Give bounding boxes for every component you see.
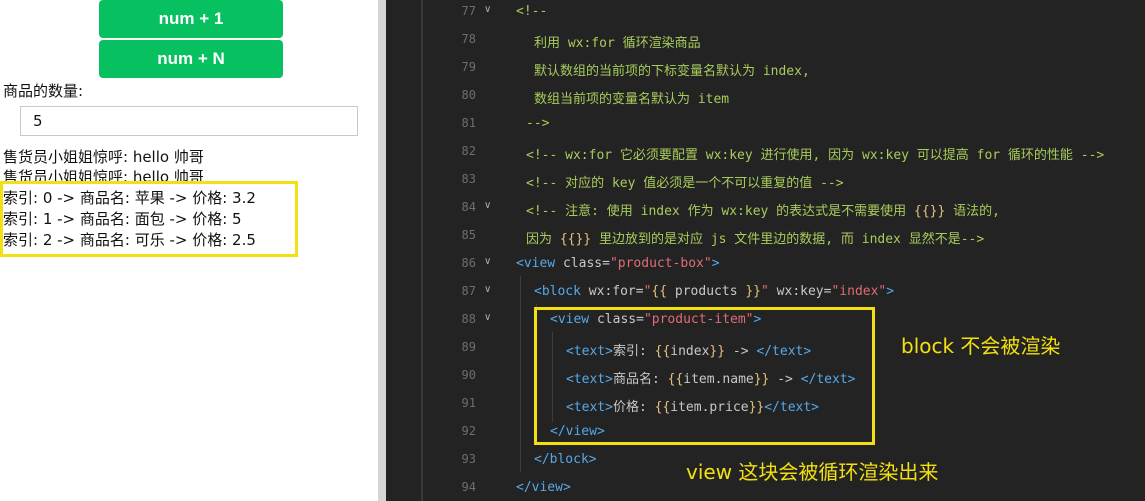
greeting-text: 售货员小姐姐惊呼: hello 帅哥 (3, 148, 204, 166)
view-annotation: view 这块会被循环渲染出来 (686, 460, 939, 484)
code-tag: </block> (534, 452, 597, 467)
code-tag: </view> (516, 480, 571, 495)
line-number: 89 (461, 340, 476, 354)
code-line: 默认数组的当前项的下标变量名默认为 index, (534, 60, 810, 79)
line-number: 86 (461, 256, 476, 270)
code-line: 数组当前项的变量名默认为 item (534, 88, 729, 107)
code-tag: > (886, 284, 895, 299)
code-comment: --> (526, 116, 550, 131)
line-number: 79 (461, 60, 476, 74)
code-comment: 因为 (526, 232, 560, 247)
editor-gutter-bar (421, 0, 423, 501)
fold-chevron-icon[interactable]: ∨ (484, 200, 491, 211)
code-comment: <!-- 对应的 key 值必须是一个不可以重复的值 --> (526, 176, 844, 191)
fold-chevron-icon[interactable]: ∨ (484, 312, 491, 323)
code-comment: <!-- wx:for 它必须要配置 wx:key 进行使用, 因为 wx:ke… (526, 148, 1105, 163)
code-line: <!-- 对应的 key 值必须是一个不可以重复的值 --> (526, 172, 844, 191)
line-number: 88 (461, 312, 476, 326)
product-row: 索引: 1 -> 商品名: 面包 -> 价格: 5 (3, 210, 242, 228)
code-line: </view> (516, 480, 571, 495)
num-plus-n-button[interactable]: num + N (99, 40, 283, 78)
code-string: "index" (831, 284, 887, 299)
simulator-pane: num + 1 num + N 商品的数量: 5 售货员小姐姐惊呼: hello… (0, 0, 378, 501)
line-number: 93 (461, 452, 476, 466)
line-number: 84 (461, 200, 476, 214)
product-item-highlight (534, 307, 875, 445)
code-attr: wx:key= (768, 284, 832, 299)
code-brace: {{ (651, 284, 668, 299)
num-plus-1-button[interactable]: num + 1 (99, 0, 283, 38)
code-comment: 利用 wx:for 循环渲染商品 (534, 36, 701, 51)
code-brace: {{}} (559, 232, 592, 247)
code-comment: 里边放到的是对应 js 文件里边的数据, 而 index 显然不是--> (591, 232, 985, 247)
product-row: 索引: 0 -> 商品名: 苹果 -> 价格: 3.2 (3, 189, 256, 207)
quantity-label: 商品的数量: (3, 82, 84, 100)
code-line: <!-- (516, 4, 547, 19)
code-comment: <!-- 注意: 使用 index 作为 wx:key 的表达式是不需要使用 (526, 204, 915, 219)
code-line: 利用 wx:for 循环渲染商品 (534, 32, 701, 51)
product-row: 索引: 2 -> 商品名: 可乐 -> 价格: 2.5 (3, 231, 256, 249)
code-string: "product-box" (609, 256, 712, 271)
line-number: 92 (461, 424, 476, 438)
pane-divider[interactable] (378, 0, 386, 501)
block-annotation: block 不会被渲染 (901, 334, 1061, 358)
line-number: 80 (461, 88, 476, 102)
code-line: <view class="product-box"> (516, 256, 720, 271)
code-editor: 77 78 79 80 81 82 83 84 85 86 87 88 89 9… (386, 0, 1145, 501)
code-comment: 语法的, (945, 204, 1000, 219)
code-line: <block wx:for="{{ products }}" wx:key="i… (534, 284, 894, 299)
code-line: <!-- 注意: 使用 index 作为 wx:key 的表达式是不需要使用 {… (526, 200, 1000, 219)
code-comment: 默认数组的当前项的下标变量名默认为 index, (534, 64, 810, 79)
line-number: 91 (461, 396, 476, 410)
fold-chevron-icon[interactable]: ∨ (484, 284, 491, 295)
line-number: 85 (461, 228, 476, 242)
line-number: 78 (461, 32, 476, 46)
code-comment: 数组当前项的变量名默认为 item (534, 92, 730, 107)
indent-guide (520, 276, 521, 472)
code-brace: {{}} (914, 204, 946, 219)
code-attr: class= (555, 256, 610, 271)
code-line: 因为 {{}} 里边放到的是对应 js 文件里边的数据, 而 index 显然不… (526, 228, 984, 247)
line-number: 77 (461, 4, 476, 18)
line-number: 82 (461, 144, 476, 158)
fold-chevron-icon[interactable]: ∨ (484, 256, 491, 267)
code-var: products (667, 284, 746, 299)
code-attr: wx:for= (580, 284, 644, 299)
code-string: " (761, 284, 769, 299)
line-number: 83 (461, 172, 476, 186)
code-tag: <block (534, 284, 581, 299)
line-number: 81 (461, 116, 476, 130)
code-tag: <view (516, 256, 556, 271)
code-line: --> (526, 116, 549, 131)
code-line: <!-- wx:for 它必须要配置 wx:key 进行使用, 因为 wx:ke… (526, 144, 1104, 163)
code-line: </block> (534, 452, 597, 467)
code-comment: <!-- (516, 4, 548, 19)
line-number: 94 (461, 480, 476, 494)
code-brace: }} (745, 284, 762, 299)
quantity-input[interactable]: 5 (20, 106, 358, 136)
line-number: 87 (461, 284, 476, 298)
code-tag: > (711, 256, 720, 271)
fold-chevron-icon[interactable]: ∨ (484, 4, 491, 15)
line-number: 90 (461, 368, 476, 382)
